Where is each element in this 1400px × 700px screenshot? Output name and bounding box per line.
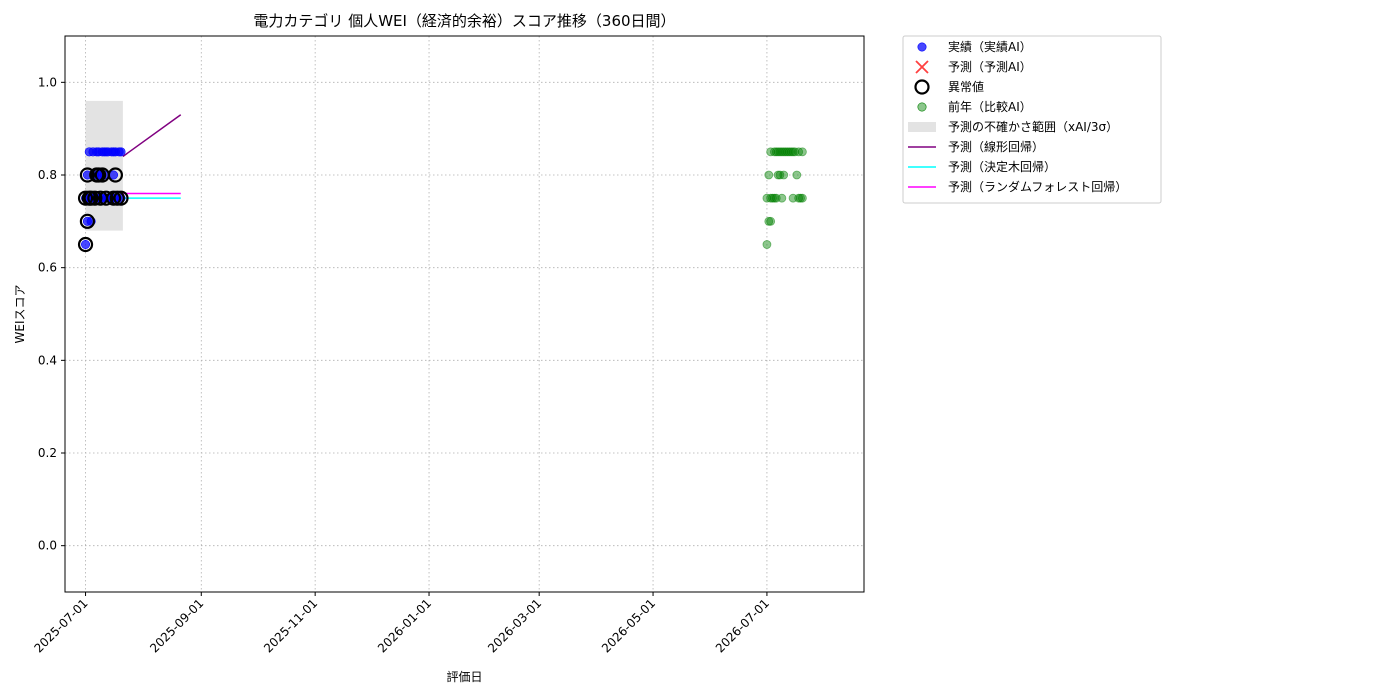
legend-label: 前年（比較AI）: [948, 99, 1032, 114]
points-layer: [77, 147, 807, 253]
previous-year-point: [792, 170, 802, 180]
y-tick-label: 0.8: [38, 168, 57, 182]
legend-label: 予測（予測AI）: [948, 60, 1032, 74]
legend-marker: [917, 102, 927, 112]
legend-label: 予測（線形回帰）: [948, 139, 1044, 154]
legend-label: 予測（決定木回帰）: [948, 159, 1056, 174]
x-axis-label: 評価日: [446, 669, 482, 684]
y-axis-label: WEIスコア: [13, 285, 27, 344]
grid-lines: [65, 36, 864, 592]
legend-label: 予測（ランダムフォレスト回帰）: [948, 179, 1127, 194]
legend-marker: [908, 122, 936, 132]
previous-year-point: [797, 193, 807, 203]
chart-title: 電力カテゴリ 個人WEI（経済的余裕）スコア推移（360日間）: [253, 12, 675, 30]
legend-marker: [917, 42, 927, 52]
y-tick-label: 0.2: [38, 446, 57, 460]
uncertainty-band: [85, 100, 123, 231]
previous-year-point: [764, 170, 774, 180]
x-tick-label: 2026-05-01: [599, 596, 658, 655]
y-tick-label: 1.0: [38, 75, 57, 89]
forecast-line: [122, 114, 182, 158]
legend-label: 異常値: [948, 79, 984, 94]
previous-year-point: [766, 216, 776, 226]
previous-year-point: [762, 240, 772, 249]
wei-score-chart: 電力カテゴリ 個人WEI（経済的余裕）スコア推移（360日間） 2025-07-…: [13, 12, 1162, 684]
previous-year-point: [779, 170, 789, 180]
x-axis-ticks: 2025-07-01 2025-09-01 2025-11-01 2026-01-01…: [31, 592, 772, 655]
forecast-lines-layer: [122, 114, 182, 199]
x-tick-label: 2025-07-01: [31, 596, 90, 655]
x-tick-label: 2025-09-01: [147, 596, 206, 655]
x-tick-label: 2026-03-01: [485, 596, 544, 655]
y-tick-label: 0.4: [38, 353, 57, 367]
y-tick-label: 0.0: [38, 539, 57, 553]
previous-year-point: [777, 193, 787, 203]
legend-label: 予測の不確かさ範囲（xAI/3σ）: [948, 119, 1118, 134]
actual-point: [116, 147, 126, 157]
x-tick-label: 2026-01-01: [375, 596, 434, 655]
plot-frame: [64, 35, 865, 593]
uncertainty-band-layer: [85, 100, 123, 231]
y-axis-ticks: 0.0 0.2 0.4 0.6 0.8 1.0: [38, 75, 65, 553]
x-tick-label: 2026-07-01: [713, 596, 772, 655]
legend: 実績（実績AI） 予測（予測AI） 異常値前年（比較AI） 予測の不確かさ範囲（xAI…: [902, 35, 1162, 204]
actual-point: [81, 240, 91, 250]
y-tick-label: 0.6: [38, 261, 57, 275]
previous-year-point: [797, 147, 807, 157]
legend-label: 実績（実績AI）: [948, 39, 1032, 54]
x-tick-label: 2025-11-01: [261, 596, 320, 655]
